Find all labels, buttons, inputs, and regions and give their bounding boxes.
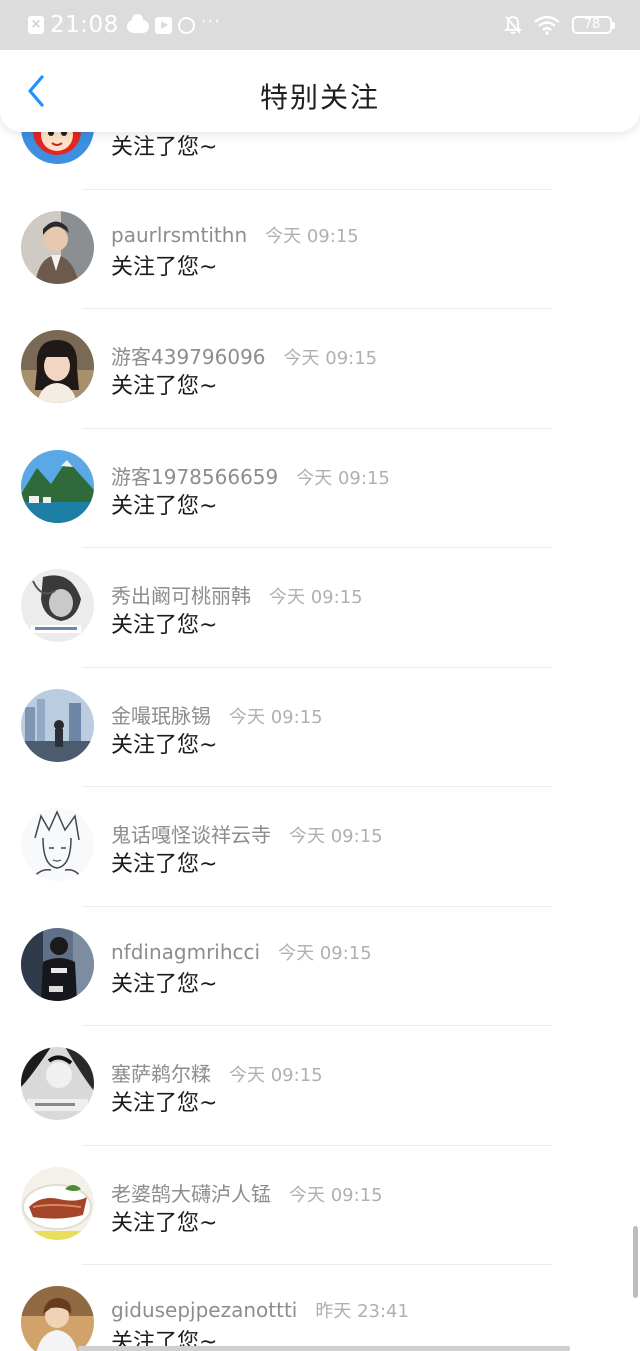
username: nfdinagmrihcci <box>111 939 261 964</box>
more-icon: ··· <box>200 11 221 32</box>
list-item[interactable]: gidusepjpezanottti 昨天 23:41 关注了您~ <box>0 1264 640 1351</box>
timestamp: 今天 09:15 <box>283 348 378 369</box>
divider <box>82 308 552 309</box>
timestamp: 今天 09:15 <box>296 467 390 489</box>
divider <box>82 1264 552 1265</box>
status-time: 21:08 <box>50 12 119 38</box>
bottom-edge-bar <box>78 1346 570 1351</box>
username: 塞萨鹈尔糅 <box>111 1062 211 1086</box>
battery-icon: 78 <box>572 16 615 34</box>
divider <box>82 1025 552 1026</box>
boy-avatar <box>21 1286 94 1351</box>
list-item[interactable]: 关注了您~ <box>0 132 640 189</box>
wifi-icon <box>534 15 560 35</box>
list-item[interactable]: 鬼话嘎怪谈祥云寺 今天 09:15 关注了您~ <box>0 786 640 906</box>
timestamp: 今天 09:15 <box>289 1184 383 1206</box>
landscape-avatar <box>21 449 94 523</box>
street-avatar <box>21 927 94 1001</box>
timestamp: 今天 09:15 <box>289 826 383 847</box>
follow-message: 关注了您~ <box>111 254 218 280</box>
username: 游客1978566659 <box>111 464 279 489</box>
divider <box>82 666 552 668</box>
bw-avatar <box>21 1047 94 1120</box>
cartoon-avatar <box>21 132 94 164</box>
status-bar: × 21:08 ··· 78 <box>0 0 640 50</box>
username: 金嘬珉脉锡 <box>111 703 211 728</box>
item-meta: 塞萨鹈尔糅 今天 09:15 <box>111 1058 323 1087</box>
item-meta: gidusepjpezanottti 昨天 23:41 <box>111 1297 409 1323</box>
item-meta: 金嘬珉脉锡 今天 09:15 <box>111 700 323 729</box>
follow-message: 关注了您~ <box>111 1091 218 1116</box>
username: 鬼话嘎怪谈祥云寺 <box>111 823 271 847</box>
list-item[interactable]: 游客439796096 今天 09:15 关注了您~ <box>0 308 640 428</box>
male-avatar <box>21 210 94 284</box>
status-left: × 21:08 ··· <box>28 0 221 50</box>
divider <box>82 427 552 429</box>
follow-message: 关注了您~ <box>111 493 218 519</box>
list-item[interactable]: 秀出阚可桃丽韩 今天 09:15 关注了您~ <box>0 547 640 667</box>
timestamp: 今天 09:15 <box>269 587 363 608</box>
username: 游客439796096 <box>111 345 266 369</box>
notification-x-icon: × <box>28 16 44 34</box>
list-item[interactable]: nfdinagmrihcci 今天 09:15 关注了您~ <box>0 905 640 1026</box>
list-item[interactable]: 塞萨鹈尔糅 今天 09:15 关注了您~ <box>0 1025 640 1145</box>
item-meta: 游客439796096 今天 09:15 <box>111 341 377 370</box>
follow-message: 关注了您~ <box>111 374 218 399</box>
item-meta: 秀出阚可桃丽韩 今天 09:15 <box>111 580 363 609</box>
item-meta: 游客1978566659 今天 09:15 <box>111 461 390 490</box>
list-item[interactable]: paurlrsmtithn 今天 09:15 关注了您~ <box>0 188 640 309</box>
follow-message: 关注了您~ <box>111 1210 218 1236</box>
divider <box>82 786 552 787</box>
follow-message: 关注了您~ <box>111 613 218 638</box>
list-item[interactable]: 游客1978566659 今天 09:15 关注了您~ <box>0 427 640 548</box>
food-avatar <box>21 1166 94 1240</box>
item-meta: paurlrsmtithn 今天 09:15 <box>111 222 359 248</box>
female-avatar <box>21 330 94 403</box>
timestamp: 今天 09:15 <box>278 942 372 964</box>
header: 特别关注 <box>0 50 640 132</box>
timestamp: 昨天 23:41 <box>315 1301 409 1322</box>
cloud-icon <box>126 14 149 33</box>
divider <box>82 905 552 907</box>
follow-message: 关注了您~ <box>111 135 218 160</box>
divider <box>82 1144 552 1146</box>
scrollbar-thumb[interactable] <box>633 1226 638 1298</box>
divider <box>82 547 552 548</box>
divider <box>82 188 552 190</box>
timestamp: 今天 09:15 <box>265 225 359 247</box>
follow-list[interactable]: 关注了您~ paurlrsmtithn 今天 09:15 关注了您~ 游客439… <box>0 132 640 1351</box>
username: gidusepjpezanottti <box>111 1298 298 1322</box>
city-avatar <box>21 688 94 762</box>
list-item[interactable]: 老婆鹄大礴泸人锰 今天 09:15 关注了您~ <box>0 1144 640 1265</box>
status-right: 78 <box>504 0 615 50</box>
username: paurlrsmtithn <box>111 222 248 247</box>
item-meta: 老婆鹄大礴泸人锰 今天 09:15 <box>111 1178 383 1207</box>
username: 老婆鹄大礴泸人锰 <box>111 1181 271 1206</box>
follow-message: 关注了您~ <box>111 732 218 758</box>
list-item[interactable]: 金嘬珉脉锡 今天 09:15 关注了您~ <box>0 666 640 787</box>
follow-message: 关注了您~ <box>111 971 218 997</box>
portrait-avatar <box>21 569 94 642</box>
play-icon <box>154 16 172 34</box>
timestamp: 今天 09:15 <box>229 706 323 728</box>
follow-message: 关注了您~ <box>111 852 218 877</box>
bell-muted-icon <box>504 16 522 35</box>
item-meta: nfdinagmrihcci 今天 09:15 <box>111 939 372 965</box>
page-title: 特别关注 <box>259 81 380 114</box>
item-meta: 鬼话嘎怪谈祥云寺 今天 09:15 <box>111 819 383 848</box>
sync-icon <box>177 16 195 34</box>
username: 秀出阚可桃丽韩 <box>111 584 251 608</box>
timestamp: 今天 09:15 <box>229 1065 323 1086</box>
sketch-avatar <box>21 808 94 881</box>
